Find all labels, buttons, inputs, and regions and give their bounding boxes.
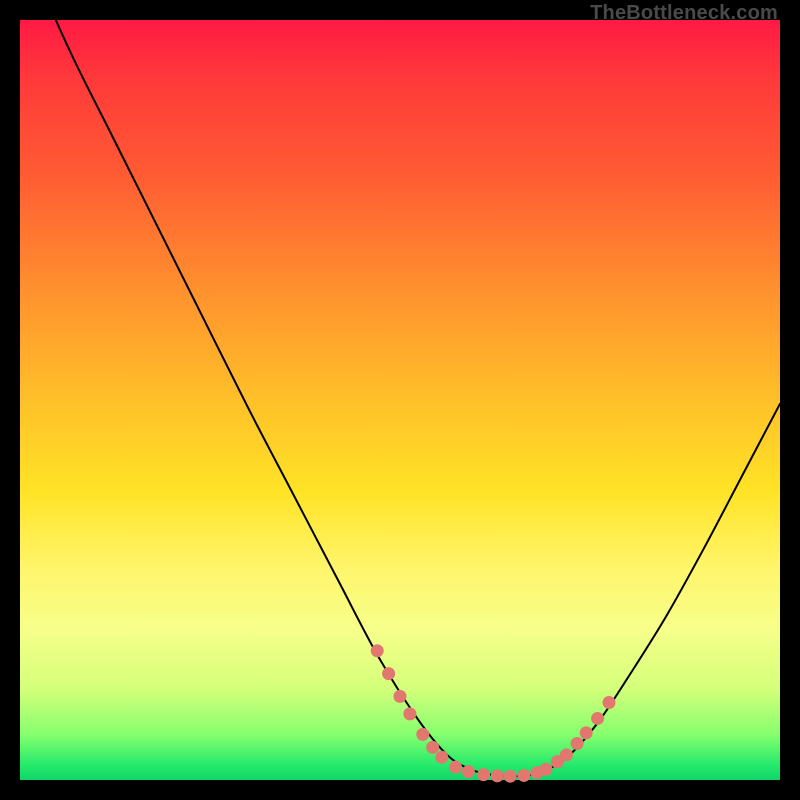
watermark-text: TheBottleneck.com xyxy=(590,2,778,25)
marker-point xyxy=(403,707,416,720)
marker-point xyxy=(603,696,616,709)
marker-point xyxy=(580,726,593,739)
marker-point xyxy=(435,751,448,764)
marker-point xyxy=(371,644,384,657)
marker-point xyxy=(382,667,395,680)
marker-point xyxy=(477,768,490,781)
chart-svg xyxy=(20,20,780,780)
plot-area xyxy=(20,20,780,780)
bottleneck-curve xyxy=(20,0,780,776)
marker-point xyxy=(560,748,573,761)
highlight-markers xyxy=(371,644,616,782)
marker-point xyxy=(394,690,407,703)
marker-point xyxy=(539,763,552,776)
marker-point xyxy=(571,737,584,750)
marker-point xyxy=(426,741,439,754)
marker-point xyxy=(491,769,504,782)
marker-point xyxy=(504,770,517,783)
marker-point xyxy=(416,728,429,741)
chart-frame xyxy=(20,20,780,780)
marker-point xyxy=(591,712,604,725)
marker-point xyxy=(462,765,475,778)
marker-point xyxy=(449,761,462,774)
marker-point xyxy=(517,769,530,782)
